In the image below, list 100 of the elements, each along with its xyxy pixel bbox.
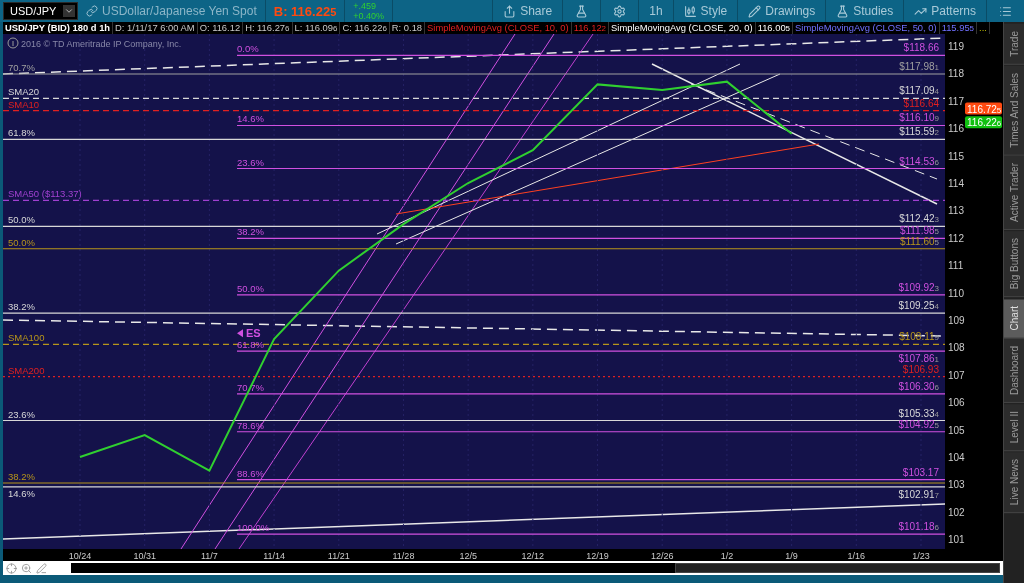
price-level-label: $117.981 — [899, 61, 939, 72]
sidebar-tab[interactable]: Level II — [1004, 403, 1024, 452]
price-axis-label: 110 — [948, 287, 964, 299]
price-level-label: $107.861 — [898, 353, 939, 365]
price-level-label: $105.334 — [898, 407, 939, 419]
menu-icon[interactable] — [999, 4, 1012, 18]
level-label: 70.7% — [8, 62, 35, 73]
price-axis-label: 105 — [948, 424, 965, 436]
level-label: 61.8% — [237, 339, 264, 351]
level-label: SMA100 — [8, 332, 45, 344]
price-axis-label: 111 — [948, 260, 964, 272]
sidebar-tab[interactable]: Dashboard — [1004, 338, 1024, 403]
price-level-label: $116.64 — [903, 97, 939, 109]
price-axis-label: 104 — [948, 451, 965, 463]
price-axis-label: 114 — [948, 178, 964, 189]
percent-change: +0.40% — [353, 11, 385, 21]
pen-icon[interactable] — [36, 562, 47, 574]
price-level-label: $111.985 — [899, 225, 939, 237]
date-axis-label: 1/23 — [912, 551, 930, 561]
level-label: SMA50 ($113.37) — [8, 188, 82, 200]
level-label: 38.2% — [8, 471, 35, 482]
level-label: 14.6% — [237, 113, 264, 125]
price-axis-label: 118 — [948, 68, 964, 80]
level-label: 50.0% — [8, 236, 35, 248]
share-icon[interactable] — [503, 4, 517, 18]
date-axis-label: 1/2 — [720, 551, 734, 561]
price-level-label: $117.094 — [899, 85, 939, 97]
symbol-field[interactable]: USD/JPY — [3, 2, 78, 20]
caret-icon[interactable] — [63, 5, 75, 17]
price-level-label: $111.605 — [899, 235, 939, 247]
price-level-label: $106.93 — [902, 363, 939, 375]
date-axis-label: 10/24 — [68, 551, 92, 561]
flask-icon[interactable] — [575, 4, 589, 18]
level-label: 88.6% — [237, 467, 264, 479]
sidebar-tab[interactable]: Times And Sales — [1004, 65, 1024, 156]
flask-icon[interactable] — [836, 4, 850, 18]
sidebar-tab[interactable]: Active Trader — [1004, 156, 1024, 231]
date-axis-label: 11/21 — [327, 551, 350, 561]
price-axis-label: 116 — [948, 123, 964, 135]
level-label: 50.0% — [237, 282, 264, 294]
price-level-label: $115.592 — [899, 126, 939, 138]
price-level-label: $112.423 — [899, 213, 939, 225]
scrollbar-thumb[interactable] — [674, 563, 1000, 573]
price-axis-label: 101 — [948, 534, 965, 546]
level-label: SMA10 — [8, 98, 40, 110]
price-level-label: $101.186 — [898, 521, 939, 533]
sidebar-tab[interactable]: Live News — [1004, 452, 1024, 514]
date-axis-label: 12/26 — [650, 551, 674, 561]
date-axis-label: 12/5 — [459, 551, 477, 561]
date-axis-label: 11/14 — [263, 551, 285, 561]
symbol-description: USDollar/Japanese Yen Spot — [102, 4, 257, 18]
zoom-icon[interactable] — [21, 562, 32, 574]
marker-label: ES — [246, 327, 261, 340]
level-label: 38.2% — [237, 226, 264, 238]
level-label: 23.6% — [237, 156, 264, 168]
date-axis-label: 11/7 — [200, 551, 218, 561]
level-label: SMA20 — [8, 86, 40, 98]
price-axis-label: 109 — [948, 315, 965, 326]
price-axis-label: 107 — [948, 369, 965, 381]
sidebar-tab[interactable]: Chart — [1004, 298, 1024, 338]
price-level-label: $102.917 — [898, 488, 939, 500]
price-axis-label: 119 — [948, 41, 964, 53]
level-label: 14.6% — [8, 487, 35, 499]
price-level-label: $103.17 — [902, 466, 939, 478]
price-axis-label: 106 — [948, 397, 965, 409]
copyright-text: 2016 © TD Ameritrade IP Company, Inc. — [21, 39, 182, 49]
level-label: 0.0% — [237, 43, 259, 55]
date-axis-label: 11/28 — [392, 551, 415, 561]
pencil-icon[interactable] — [748, 4, 762, 18]
price-level-label: $104.925 — [898, 418, 939, 430]
price-axis-label: 112 — [948, 232, 964, 244]
price-axis-label: 115 — [948, 150, 964, 162]
price-axis-label: 113 — [948, 205, 964, 217]
date-axis-label: 1/16 — [847, 551, 866, 561]
info-icon — [7, 37, 19, 49]
link-icon[interactable] — [86, 5, 98, 17]
price-axis-label: 103 — [948, 479, 965, 491]
price-level-label: $118.66 — [903, 42, 939, 54]
level-label: SMA200 — [8, 364, 45, 376]
date-axis-label: 10/31 — [133, 551, 156, 561]
candlestick-icon[interactable] — [683, 4, 697, 18]
price-level-label: $106.306 — [898, 380, 939, 392]
settings-icon[interactable] — [613, 4, 627, 18]
sidebar-tab[interactable]: Big Buttons — [1004, 231, 1024, 298]
crosshair-icon[interactable] — [6, 562, 17, 574]
date-axis-label: 12/12 — [521, 551, 545, 561]
sidebar-tab[interactable]: Trade — [1004, 24, 1024, 65]
price-axis-label: 108 — [948, 342, 965, 354]
price-change: +.459 — [353, 1, 378, 11]
price-level-label: $109.254 — [898, 300, 939, 312]
price-level-label: $109.923 — [898, 281, 939, 293]
triangle-marker-icon — [237, 329, 243, 338]
date-axis-label: 12/19 — [586, 551, 609, 561]
scrollbar[interactable] — [71, 563, 1000, 573]
price-level-label: $114.536 — [899, 155, 939, 167]
level-label: 50.0% — [8, 214, 35, 226]
bid-price: B: 116.225 — [273, 3, 337, 19]
price-level-label: $116.109 — [899, 112, 939, 124]
level-label: 61.8% — [8, 127, 35, 139]
price-tag: 116.725 — [965, 102, 1002, 115]
